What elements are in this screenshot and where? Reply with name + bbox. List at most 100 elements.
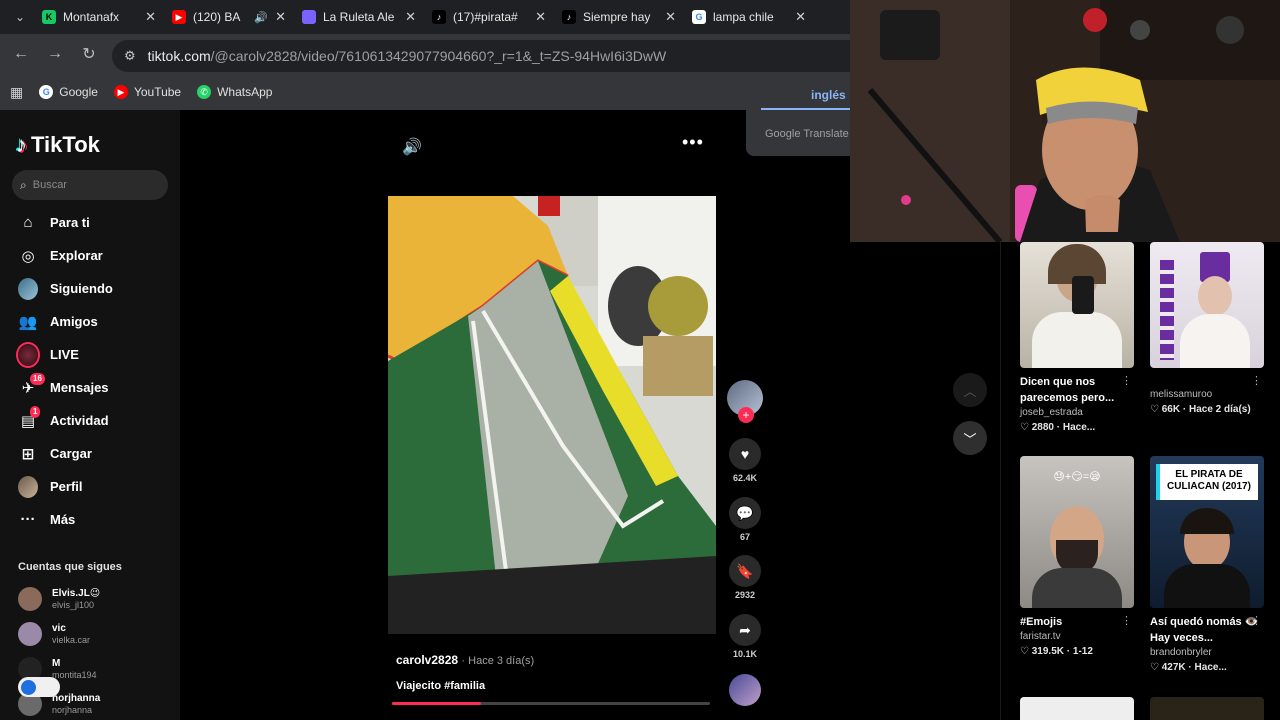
home-icon: ⌂: [23, 214, 33, 231]
translate-language-tab[interactable]: inglés: [811, 88, 846, 102]
bookmark-icon: 🔖: [729, 555, 761, 587]
more-options-icon[interactable]: •••: [682, 132, 704, 153]
browser-tab[interactable]: ♪ (17)#pirata# ✕: [424, 0, 554, 34]
share-count: 10.1K: [732, 649, 758, 659]
forward-button[interactable]: →: [38, 39, 72, 69]
account-name: vic: [52, 622, 66, 634]
card-menu-icon[interactable]: ⋮: [1121, 374, 1132, 387]
sidebar-item-siguiendo[interactable]: Siguiendo: [0, 272, 180, 305]
sidebar-item-label: LIVE: [50, 347, 79, 362]
back-button[interactable]: ←: [4, 39, 38, 69]
apps-grid-icon[interactable]: ▦: [10, 84, 23, 101]
save-button[interactable]: 🔖 2932: [726, 555, 764, 600]
sidebar-item-ms[interactable]: ··· Más: [0, 503, 180, 536]
sidebar-item-parati[interactable]: ⌂ Para ti: [0, 206, 180, 239]
follow-plus-icon[interactable]: +: [738, 407, 754, 423]
sidebar-item-actividad[interactable]: ▤ 1 Actividad: [0, 404, 180, 437]
card-stats: ♡ 66K · Hace 2 día(s): [1150, 404, 1251, 415]
music-disc-button[interactable]: [726, 674, 764, 706]
account-name: M: [52, 657, 61, 669]
tiktok-logo[interactable]: ♪ TikTok: [16, 132, 100, 158]
card-menu-icon[interactable]: ⋮: [1121, 614, 1132, 627]
suggested-card[interactable]: ⋮ melissamuroo ♡ 66K · Hace 2 día(s): [1150, 242, 1264, 418]
video-author[interactable]: carolv2828: [396, 653, 458, 667]
bookmark-label: WhatsApp: [217, 85, 273, 99]
site-info-icon[interactable]: ⚙: [124, 48, 136, 64]
live-icon: [18, 343, 38, 366]
sidebar-item-label: Amigos: [50, 314, 98, 329]
sidebar-item-amigos[interactable]: 👥 Amigos: [0, 305, 180, 338]
browser-tab[interactable]: Glampa chile ✕: [684, 0, 814, 34]
account-name: norjhanna: [52, 692, 101, 704]
sidebar-item-cargar[interactable]: ⊞ Cargar: [0, 437, 180, 470]
webcam-overlay: [850, 0, 1280, 242]
following-title: Cuentas que sigues: [18, 561, 122, 573]
card-user[interactable]: brandonbryler: [1150, 646, 1264, 660]
tab-close-icon[interactable]: ✕: [405, 9, 416, 25]
card-menu-icon[interactable]: ⋮: [1251, 374, 1262, 387]
browser-tab[interactable]: ♪ Siempre hay ✕: [554, 0, 684, 34]
avatar: [18, 622, 42, 646]
followed-account[interactable]: vic vielka.car: [18, 622, 90, 646]
volume-icon[interactable]: 🔊: [402, 137, 422, 157]
suggested-card[interactable]: ⋮ Dicen que nos parecemos pero... joseb_…: [1020, 242, 1134, 436]
tab-search-button[interactable]: ⌄: [6, 5, 34, 29]
reload-button[interactable]: ↻: [72, 39, 106, 69]
like-button[interactable]: ♥ 62.4K: [726, 438, 764, 483]
browser-tab[interactable]: La Ruleta Ale ✕: [294, 0, 424, 34]
comment-button[interactable]: 💬 67: [726, 497, 764, 542]
account-handle: montita194: [52, 669, 97, 680]
next-video-button[interactable]: ﹀: [953, 421, 987, 455]
url-text: tiktok.com/@carolv2828/video/76106134290…: [147, 48, 667, 64]
video-caption: Viajecito #familia: [396, 680, 486, 692]
tab-close-icon[interactable]: ✕: [535, 9, 546, 25]
browser-tab[interactable]: ▶ (120) BA 🔊 ✕: [164, 0, 294, 34]
browser-tab[interactable]: K Montanafx ✕: [34, 0, 164, 34]
suggested-card[interactable]: 😓+😏=😪 ⋮ #Emojis faristar.tv ♡ 319.5K · 1…: [1020, 456, 1134, 660]
video-player[interactable]: [388, 196, 716, 634]
suggested-thumbnail: 😓+😏=😪: [1020, 456, 1134, 608]
tab-close-icon[interactable]: ✕: [795, 9, 806, 25]
previous-video-button[interactable]: ︿: [953, 373, 987, 407]
toggle-pill[interactable]: [18, 677, 60, 697]
card-user[interactable]: melissamuroo: [1150, 388, 1264, 402]
card-user[interactable]: faristar.tv: [1020, 630, 1134, 644]
tab-close-icon[interactable]: ✕: [145, 9, 156, 25]
suggested-thumbnail-partial[interactable]: [1150, 697, 1264, 720]
share-icon: ➦: [729, 614, 761, 646]
tab-close-icon[interactable]: ✕: [665, 9, 676, 25]
suggested-thumbnail-partial[interactable]: [1020, 697, 1134, 720]
more-icon: ···: [20, 511, 36, 528]
search-icon: ⌕: [20, 177, 27, 192]
suggested-thumbnail: [1020, 242, 1134, 368]
card-title: Dicen que nos parecemos pero...: [1020, 376, 1115, 404]
bookmark-item[interactable]: ✆ WhatsApp: [197, 85, 272, 99]
followed-account[interactable]: Elvis.JL😉 elvis_jl100: [18, 587, 100, 611]
search-input[interactable]: ⌕ Buscar: [12, 170, 168, 200]
share-button[interactable]: ➦ 10.1K: [726, 614, 764, 659]
video-author-line[interactable]: carolv2828 · Hace 3 día(s): [396, 653, 534, 667]
translate-tab-indicator: [761, 108, 850, 110]
suggested-thumbnail: EL PIRATA DE CULIACAN (2017): [1150, 456, 1264, 608]
notification-badge: 16: [30, 372, 45, 385]
sidebar-item-explorar[interactable]: ◎ Explorar: [0, 239, 180, 272]
bookmark-item[interactable]: G Google: [39, 85, 98, 99]
tiktok-note-icon: ♪: [16, 132, 27, 157]
sidebar-item-mensajes[interactable]: ✈ 16 Mensajes: [0, 371, 180, 404]
card-menu-icon[interactable]: ⋮: [1251, 614, 1262, 627]
tab-audio-icon[interactable]: 🔊: [254, 11, 268, 24]
sidebar-item-perfil[interactable]: Perfil: [0, 470, 180, 503]
bookmark-item[interactable]: ▶ YouTube: [113, 85, 181, 99]
thumbnail-overlay-text: EL PIRATA DE CULIACAN (2017): [1156, 464, 1258, 500]
suggested-card[interactable]: EL PIRATA DE CULIACAN (2017) ⋮ Así quedó…: [1150, 456, 1264, 676]
progress-fill: [392, 702, 482, 705]
activity-icon: ▤ 1: [18, 405, 41, 431]
tab-close-icon[interactable]: ✕: [275, 9, 286, 25]
sidebar-item-live[interactable]: LIVE: [0, 338, 180, 371]
bookmark-favicon-icon: ✆: [197, 85, 212, 99]
video-progress-bar[interactable]: [392, 702, 710, 705]
creator-avatar-button[interactable]: +: [726, 380, 764, 423]
card-user[interactable]: joseb_estrada: [1020, 406, 1134, 420]
save-count: 2932: [734, 590, 756, 600]
compass-icon: ◎: [21, 247, 35, 265]
